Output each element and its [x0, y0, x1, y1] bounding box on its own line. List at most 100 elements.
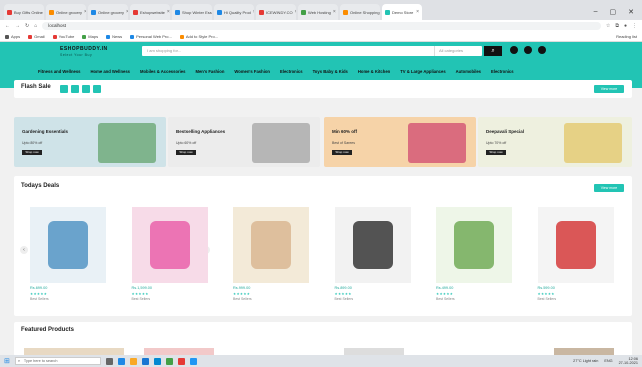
browser-tab[interactable]: Demo Store ×	[382, 4, 422, 20]
browser-tab[interactable]: ICEWINDY.CO×	[256, 4, 296, 20]
bookmark-label: Apps	[11, 34, 21, 39]
close-icon[interactable]: ✕	[628, 8, 634, 16]
banner-shop-button[interactable]: Shop now	[486, 150, 506, 155]
search-input[interactable]: I am shopping for...	[142, 46, 482, 56]
deal-product-card[interactable]: Rs.499.00 ★★★★★ Best Sellers	[436, 207, 512, 301]
bookmark-item[interactable]: Apps	[5, 34, 20, 39]
category-nav-item[interactable]: Electronics	[491, 69, 514, 74]
browser-tab[interactable]: Online Shopping×	[340, 4, 380, 20]
maximize-icon[interactable]: ▢	[610, 8, 617, 16]
url-field[interactable]: localhost	[42, 22, 601, 30]
wishlist-icon[interactable]	[524, 46, 532, 54]
category-nav-item[interactable]: Toys Baby & Kids	[313, 69, 348, 74]
star-icon[interactable]: ☆	[606, 23, 610, 29]
account-icon[interactable]	[510, 46, 518, 54]
menu-icon[interactable]: ⋮	[632, 23, 637, 29]
tab-close-icon[interactable]: ×	[167, 9, 170, 15]
tab-close-icon[interactable]: ×	[84, 9, 86, 15]
browser-tab[interactable]: Online grocery ×	[88, 4, 128, 20]
product-image[interactable]	[436, 207, 512, 283]
product-image[interactable]	[30, 207, 106, 283]
bookmark-item[interactable]: YouTube	[52, 34, 74, 39]
back-icon[interactable]: ←	[5, 23, 10, 29]
cart-icon[interactable]	[538, 46, 546, 54]
flash-view-all-button[interactable]: View more	[594, 85, 624, 93]
clock-date: 27-10-2021	[618, 361, 638, 365]
home-icon[interactable]: ⌂	[34, 23, 37, 29]
mail-icon[interactable]	[153, 357, 161, 365]
category-nav-item[interactable]: Electronics	[280, 69, 303, 74]
task-view-icon[interactable]	[105, 357, 113, 365]
product-image[interactable]	[131, 207, 208, 283]
deal-product-card[interactable]: Rs.1,599.00 ★★★★★ Best Sellers	[131, 207, 208, 301]
promo-banner[interactable]: Bestselling Appliances Upto 60% off Shop n…	[168, 117, 320, 167]
language-indicator[interactable]: ENG	[604, 359, 612, 363]
browser-tab[interactable]: Shop Winter Ess×	[172, 4, 212, 20]
site-logo[interactable]: ESHOPBUDDY.IN Select Your Buy	[60, 46, 108, 57]
bookmark-item[interactable]: Personal Web Pro...	[130, 34, 172, 39]
minimize-icon[interactable]: –	[594, 8, 598, 16]
forward-icon[interactable]: →	[15, 23, 20, 29]
browser-tab[interactable]: Hi Quality Prod×	[214, 4, 254, 20]
category-nav-item[interactable]: Fitness and Wellness	[38, 69, 81, 74]
tab-close-icon[interactable]: ×	[416, 9, 419, 15]
product-image[interactable]	[233, 207, 309, 283]
product-image-shape	[48, 221, 88, 269]
browser-tab[interactable]: Web Hosting ×	[298, 4, 338, 20]
deal-product-card[interactable]: Rs.599.00 ★★★★★ Best Sellers	[537, 207, 614, 301]
category-nav-item[interactable]: Automobiles	[456, 69, 481, 74]
file-explorer-icon[interactable]	[129, 357, 137, 365]
edge-icon[interactable]	[117, 357, 125, 365]
tab-close-icon[interactable]: ×	[333, 9, 336, 15]
profile-icon[interactable]: ●	[624, 23, 627, 29]
bookmark-item[interactable]: Add to Style Pro...	[179, 34, 218, 39]
category-nav-item[interactable]: Men's Fashion	[195, 69, 224, 74]
tab-favicon-icon	[91, 9, 96, 15]
promo-banner[interactable]: Min 60% off Best of Sarees Shop now	[324, 117, 476, 167]
deal-product-card[interactable]: Rs.999.00 ★★★★★ Best Sellers	[233, 207, 309, 301]
category-select[interactable]: All categories	[434, 46, 482, 56]
bookmark-label: Personal Web Pro...	[136, 34, 172, 39]
bookmark-item[interactable]: Gmail	[28, 34, 45, 39]
extensions-icon[interactable]: ⧉	[615, 23, 619, 29]
taskbar-search-input[interactable]: ⌕ Type here to search	[14, 357, 101, 365]
reading-list[interactable]: Reading list	[616, 34, 637, 39]
promo-banner[interactable]: Deepavali Special Upto 70% off Shop now	[478, 117, 632, 167]
tab-close-icon[interactable]: ×	[126, 9, 128, 15]
deals-view-all-button[interactable]: View more	[594, 184, 624, 192]
bookmark-item[interactable]: Maps	[82, 34, 98, 39]
carousel-prev-icon[interactable]: ‹	[20, 246, 28, 254]
category-nav-item[interactable]: TV & Large Appliances	[400, 69, 445, 74]
weather-status[interactable]: 27°C Light rain	[573, 359, 598, 363]
category-nav-item[interactable]: Mobiles & Accessories	[140, 69, 185, 74]
tab-close-icon[interactable]: ×	[253, 9, 254, 15]
tab-close-icon[interactable]: ×	[295, 9, 296, 15]
browser-tab[interactable]: Eshopwebsite ×	[130, 4, 170, 20]
promo-banner[interactable]: Gardening Essentials Upto 80% off Shop now	[14, 117, 166, 167]
search-button[interactable]: ⌕	[484, 46, 502, 56]
reload-icon[interactable]: ↻	[25, 23, 29, 29]
banner-shop-button[interactable]: Shop now	[332, 150, 352, 155]
banner-shop-button[interactable]: Shop now	[22, 150, 42, 155]
store-icon[interactable]	[141, 357, 149, 365]
tab-favicon-icon	[301, 9, 306, 15]
deals-title: Todays Deals	[21, 183, 60, 189]
browser-tab[interactable]: Buy Gifts Online×	[4, 4, 44, 20]
category-nav-item[interactable]: Women's Fashion	[234, 69, 270, 74]
deal-product-card[interactable]: Rs.699.00 ★★★★★ Best Sellers	[30, 207, 106, 301]
clock[interactable]: 12:06 27-10-2021	[619, 357, 638, 365]
product-image[interactable]	[537, 207, 614, 283]
excel-icon[interactable]	[165, 357, 173, 365]
os-taskbar: ⊞ ⌕ Type here to search 27°C Light rain …	[0, 355, 642, 367]
category-nav-item[interactable]: Home and Wellness	[91, 69, 130, 74]
chrome-icon[interactable]	[177, 357, 185, 365]
browser-tab[interactable]: Online grocery ×	[46, 4, 86, 20]
banner-shop-button[interactable]: Shop now	[176, 150, 196, 155]
bookmark-item[interactable]: News	[106, 34, 122, 39]
product-image[interactable]	[334, 207, 411, 283]
category-nav-item[interactable]: Home & Kitchen	[358, 69, 390, 74]
deal-product-card[interactable]: Rs.899.00 ★★★★★ Best Sellers	[334, 207, 411, 301]
windows-start-icon[interactable]: ⊞	[4, 357, 10, 365]
countdown-extra	[93, 85, 101, 93]
word-icon[interactable]	[189, 357, 197, 365]
